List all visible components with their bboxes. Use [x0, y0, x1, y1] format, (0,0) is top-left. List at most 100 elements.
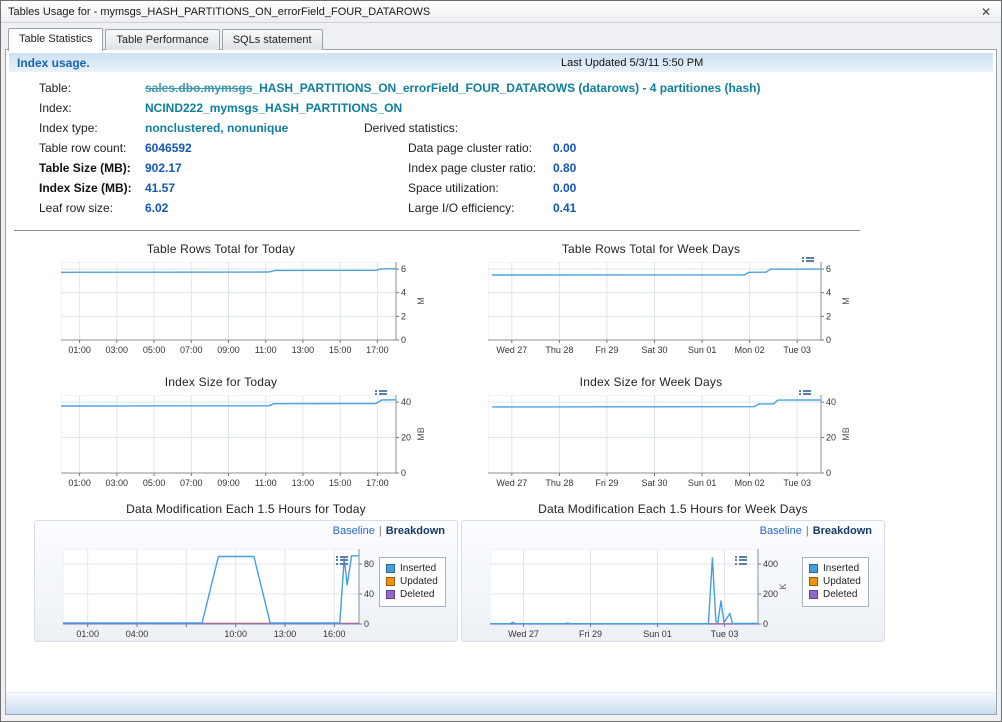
- x-axis-label: 10:00: [224, 629, 247, 639]
- field-label-index: Index:: [39, 101, 72, 115]
- y-axis-label: 40: [826, 397, 836, 407]
- legend-label: Inserted: [823, 563, 859, 574]
- legend: Inserted Updated Deleted: [802, 557, 869, 607]
- x-axis-label: Sat 30: [641, 345, 667, 355]
- x-axis-label: 11:00: [255, 345, 277, 355]
- y-axis-label: 40: [401, 397, 411, 407]
- data-mod-today-panel: Baseline|Breakdown 0408001:0004:0010:001…: [34, 520, 458, 642]
- x-axis-label: 07:00: [180, 478, 203, 488]
- y-axis-label: 0: [401, 335, 406, 345]
- chart-svg: 0204001:0003:0005:0007:0009:0011:0013:00…: [61, 395, 430, 490]
- field-label-leaf-row-size: Leaf row size:: [39, 201, 113, 215]
- chart-svg: 024601:0003:0005:0007:0009:0011:0013:001…: [61, 262, 430, 357]
- link-separator: |: [806, 525, 809, 537]
- y-axis-unit: K: [778, 583, 788, 589]
- y-axis-label: 4: [826, 288, 831, 298]
- legend-item-deleted[interactable]: Deleted: [386, 589, 438, 600]
- x-axis-label: Thu 28: [545, 478, 573, 488]
- x-axis-label: Tue 03: [783, 345, 811, 355]
- y-axis-label: 2: [401, 311, 406, 321]
- field-value-space-utilization: 0.00: [553, 181, 576, 195]
- x-axis-label: Tue 03: [783, 478, 811, 488]
- legend-item-inserted[interactable]: Inserted: [809, 563, 861, 574]
- x-axis-label: 07:00: [180, 345, 203, 355]
- field-value-table: sales.dbo.mymsgs_HASH_PARTITIONS_ON_erro…: [145, 81, 760, 95]
- tab-table-performance[interactable]: Table Performance: [105, 29, 219, 50]
- y-axis-label: 400: [763, 559, 778, 569]
- table-schema-prefix: sales.dbo.mymsgs: [145, 81, 252, 95]
- x-axis-label: Sun 01: [643, 629, 672, 639]
- legend-swatch: [386, 577, 395, 586]
- plot-area: [490, 549, 758, 624]
- y-axis-label: 0: [826, 335, 831, 345]
- divider: [14, 230, 860, 231]
- tables-usage-window: Tables Usage for - mymsgs_HASH_PARTITION…: [0, 0, 1002, 722]
- y-axis-label: 40: [364, 589, 374, 599]
- x-axis-label: 11:00: [255, 478, 277, 488]
- x-axis-label: 13:00: [292, 478, 315, 488]
- y-axis-label: 80: [364, 559, 374, 569]
- field-label-space-utilization: Space utilization:: [408, 181, 499, 195]
- index-size-week-chart: 02040Wed 27Thu 28Fri 29Sat 30Sun 01Mon 0…: [488, 395, 855, 495]
- index-size-today-chart: 0204001:0003:0005:0007:0009:0011:0013:00…: [61, 395, 430, 495]
- field-value-index-page-cluster-ratio: 0.80: [553, 161, 576, 175]
- title-bar: Tables Usage for - mymsgs_HASH_PARTITION…: [1, 1, 1001, 23]
- field-value-large-io-efficiency: 0.41: [553, 201, 576, 215]
- y-axis-label: 20: [826, 433, 836, 443]
- field-label-table-row-count: Table row count:: [39, 141, 126, 155]
- x-axis-label: 13:00: [274, 629, 297, 639]
- link-separator: |: [379, 525, 382, 537]
- field-label-index-size: Index Size (MB):: [39, 181, 132, 195]
- legend-swatch: [809, 590, 818, 599]
- y-axis-label: 0: [401, 468, 406, 478]
- chart-menu-icon[interactable]: [734, 554, 749, 566]
- field-value-index-size: 41.57: [145, 181, 175, 195]
- close-icon[interactable]: ✕: [978, 5, 994, 19]
- x-axis-label: 13:00: [292, 345, 315, 355]
- field-value-table-row-count: 6046592: [145, 141, 192, 155]
- x-axis-label: Fri 29: [579, 629, 602, 639]
- field-label-large-io-efficiency: Large I/O efficiency:: [408, 201, 515, 215]
- x-axis-label: 01:00: [76, 629, 99, 639]
- x-axis-label: Wed 27: [496, 345, 527, 355]
- x-axis-label: Sun 01: [688, 478, 717, 488]
- legend-item-deleted[interactable]: Deleted: [809, 589, 861, 600]
- field-value-index: NCIND222_mymsgs_HASH_PARTITIONS_ON: [145, 101, 402, 115]
- tab-sqls-statement[interactable]: SQLs statement: [222, 29, 323, 50]
- x-axis-label: 01:00: [68, 345, 91, 355]
- legend-item-updated[interactable]: Updated: [809, 576, 861, 587]
- legend-label: Deleted: [823, 589, 857, 600]
- chart-svg: 02040Wed 27Thu 28Fri 29Sat 30Sun 01Mon 0…: [488, 395, 855, 490]
- breakdown-link[interactable]: Breakdown: [386, 525, 445, 537]
- legend-swatch: [809, 577, 818, 586]
- chart-title-table-rows-week: Table Rows Total for Week Days: [461, 242, 841, 256]
- footer-band: [6, 692, 996, 714]
- table-rows-today-chart: 024601:0003:0005:0007:0009:0011:0013:001…: [61, 262, 430, 362]
- tab-table-statistics[interactable]: Table Statistics: [8, 28, 103, 51]
- baseline-link[interactable]: Baseline: [760, 525, 802, 537]
- y-axis-label: 0: [763, 619, 768, 629]
- legend-label: Deleted: [400, 589, 434, 600]
- x-axis-label: 04:00: [126, 629, 149, 639]
- view-switcher: Baseline | Breakdown: [760, 525, 872, 537]
- x-axis-label: Tue 03: [711, 629, 739, 639]
- x-axis-label: 05:00: [143, 345, 166, 355]
- chart-menu-icon[interactable]: [335, 554, 350, 566]
- field-value-table-size: 902.17: [145, 161, 182, 175]
- chart-title-data-mod-today: Data Modification Each 1.5 Hours for Tod…: [34, 502, 458, 516]
- x-axis-label: 15:00: [329, 345, 352, 355]
- field-label-table-size: Table Size (MB):: [39, 161, 131, 175]
- legend-item-inserted[interactable]: Inserted: [386, 563, 438, 574]
- field-label-data-page-cluster-ratio: Data page cluster ratio:: [408, 141, 532, 155]
- field-value-data-page-cluster-ratio: 0.00: [553, 141, 576, 155]
- table-rows-week-chart: 0246Wed 27Thu 28Fri 29Sat 30Sun 01Mon 02…: [488, 262, 855, 362]
- section-header: Index usage. Last Updated 5/3/11 5:50 PM: [9, 53, 993, 72]
- view-switcher: Baseline | Breakdown: [333, 525, 445, 537]
- legend-item-updated[interactable]: Updated: [386, 576, 438, 587]
- baseline-link[interactable]: Baseline: [333, 525, 375, 537]
- breakdown-link[interactable]: Breakdown: [813, 525, 872, 537]
- data-mod-week-panel: Baseline|Breakdown 0200400Wed 27Fri 29Su…: [461, 520, 885, 642]
- field-label-table: Table:: [39, 81, 71, 95]
- y-axis-label: 20: [401, 433, 411, 443]
- chart-title-index-size-today: Index Size for Today: [36, 375, 406, 389]
